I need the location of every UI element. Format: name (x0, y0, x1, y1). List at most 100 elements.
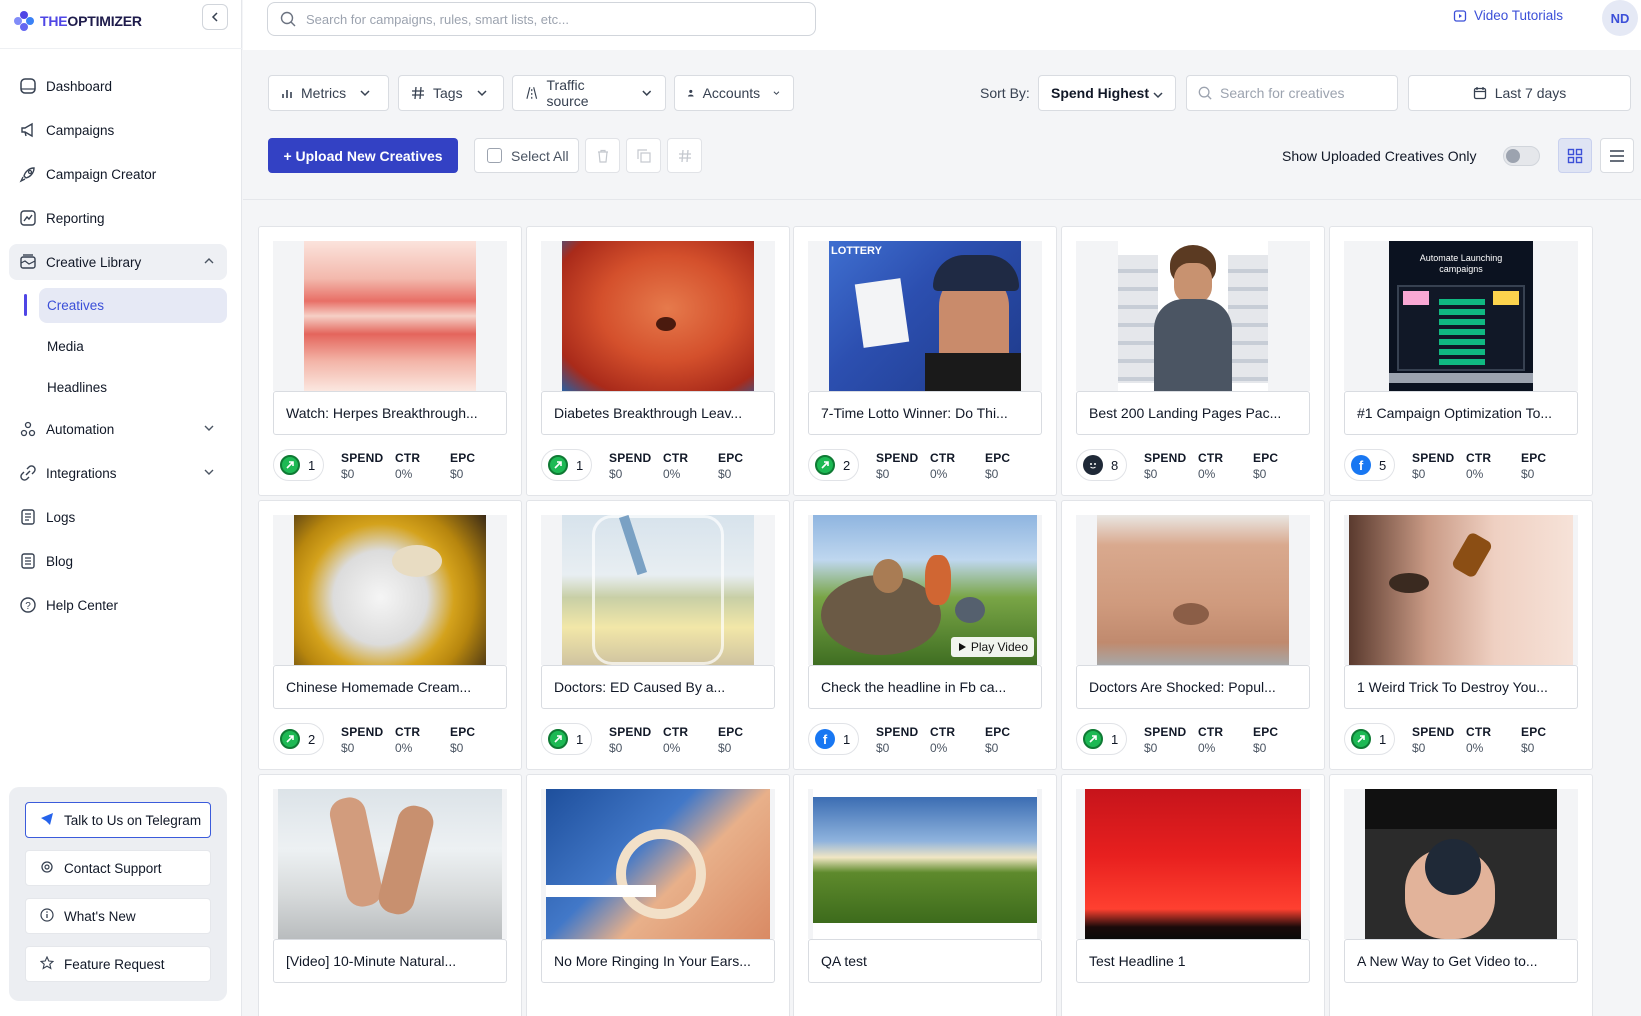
creative-thumbnail[interactable] (1344, 789, 1578, 939)
creative-thumbnail[interactable] (273, 515, 507, 665)
accounts-filter[interactable]: Accounts (674, 75, 794, 111)
usage-count-pill[interactable]: f5 (1344, 449, 1396, 481)
checkbox[interactable] (487, 148, 502, 163)
creative-card[interactable]: Doctors Are Shocked: Popul... 1 SPEND $0 CTR… (1061, 500, 1325, 770)
sidebar-item-headlines[interactable]: Headlines (39, 370, 227, 405)
creative-search[interactable] (1186, 75, 1398, 111)
tag-button[interactable] (667, 138, 702, 173)
creative-card[interactable]: A New Way to Get Video to... (1329, 774, 1593, 1016)
creative-card[interactable]: QA test (793, 774, 1057, 1016)
upload-creatives-button[interactable]: + Upload New Creatives (268, 138, 458, 173)
creative-headline[interactable]: Diabetes Breakthrough Leav... (541, 391, 775, 435)
sidebar-item-campaign-creator[interactable]: Campaign Creator (9, 156, 227, 192)
creative-card[interactable]: Watch: Herpes Breakthrough... 1 SPEND $0 CTR… (258, 226, 522, 496)
duplicate-button[interactable] (626, 138, 661, 173)
sidebar-item-dashboard[interactable]: Dashboard (9, 68, 227, 104)
sidebar-item-creatives[interactable]: Creatives (39, 288, 227, 323)
video-tutorials-link[interactable]: Video Tutorials (1453, 8, 1563, 23)
sidebar-item-help-center[interactable]: ? Help Center (9, 587, 227, 623)
play-video-button[interactable]: Play Video (950, 637, 1034, 657)
avatar[interactable]: ND (1602, 0, 1638, 36)
creative-headline[interactable]: 1 Weird Trick To Destroy You... (1344, 665, 1578, 709)
usage-count-pill[interactable]: 8 (1076, 449, 1128, 481)
creative-headline[interactable]: Doctors Are Shocked: Popul... (1076, 665, 1310, 709)
grid-view-button[interactable] (1558, 138, 1592, 173)
tags-filter[interactable]: Tags (398, 75, 504, 111)
show-uploaded-toggle[interactable] (1503, 146, 1540, 166)
creative-card[interactable]: Play Video Check the headline in Fb ca...… (793, 500, 1057, 770)
creative-headline[interactable]: 7-Time Lotto Winner: Do Thi... (808, 391, 1042, 435)
creative-headline[interactable]: #1 Campaign Optimization To... (1344, 391, 1578, 435)
creative-card[interactable]: Test Headline 1 (1061, 774, 1325, 1016)
creative-thumbnail[interactable] (1076, 515, 1310, 665)
date-range-picker[interactable]: Last 7 days (1408, 75, 1631, 111)
creative-card[interactable]: Chinese Homemade Cream... 2 SPEND $0 CTR 0% EP… (258, 500, 522, 770)
sidebar-item-media[interactable]: Media (39, 329, 227, 364)
usage-count-pill[interactable]: 1 (1076, 723, 1128, 755)
sidebar: THEOPTIMIZER Dashboard Campaigns Campaig… (0, 0, 242, 1016)
sidebar-item-integrations[interactable]: Integrations (9, 455, 227, 491)
sidebar-item-reporting[interactable]: Reporting (9, 200, 227, 236)
creative-headline[interactable]: QA test (808, 939, 1042, 983)
creative-headline[interactable]: Best 200 Landing Pages Pac... (1076, 391, 1310, 435)
creative-headline[interactable]: No More Ringing In Your Ears... (541, 939, 775, 983)
global-search[interactable] (267, 2, 816, 36)
telegram-button[interactable]: Talk to Us on Telegram (25, 802, 211, 838)
usage-count-pill[interactable]: 1 (1344, 723, 1396, 755)
creative-thumbnail[interactable]: LOTTERY (808, 241, 1042, 391)
whats-new-button[interactable]: What's New (25, 898, 211, 934)
creative-thumbnail[interactable] (1076, 789, 1310, 939)
sidebar-item-blog[interactable]: Blog (9, 543, 227, 579)
contact-support-button[interactable]: Contact Support (25, 850, 211, 886)
sidebar-item-campaigns[interactable]: Campaigns (9, 112, 227, 148)
sidebar-item-logs[interactable]: Logs (9, 499, 227, 535)
feature-request-button[interactable]: Feature Request (25, 946, 211, 982)
creative-stats: 1 SPEND $0 CTR 0% EPC $0 (273, 445, 513, 485)
select-all-button[interactable]: Select All (474, 138, 579, 173)
usage-count-pill[interactable]: 1 (541, 449, 593, 481)
creative-headline[interactable]: Check the headline in Fb ca... (808, 665, 1042, 709)
creative-card[interactable]: Diabetes Breakthrough Leav... 1 SPEND $0 CTR… (526, 226, 790, 496)
metrics-filter[interactable]: Metrics (268, 75, 389, 111)
sidebar-item-creative-library[interactable]: Creative Library (9, 244, 227, 280)
creative-thumbnail[interactable] (1076, 241, 1310, 391)
global-search-input[interactable] (306, 11, 786, 27)
creative-thumbnail[interactable] (541, 515, 775, 665)
creative-card[interactable]: Automate Launching campaigns #1 Campaign … (1329, 226, 1593, 496)
list-view-button[interactable] (1600, 138, 1634, 173)
usage-count-pill[interactable]: 2 (273, 723, 325, 755)
creative-headline[interactable]: Watch: Herpes Breakthrough... (273, 391, 507, 435)
creative-thumbnail[interactable] (273, 789, 507, 939)
creative-thumbnail[interactable] (1344, 515, 1578, 665)
creative-card[interactable]: 1 Weird Trick To Destroy You... 1 SPEND $0 C… (1329, 500, 1593, 770)
usage-count-pill[interactable]: 2 (808, 449, 860, 481)
traffic-source-filter[interactable]: Traffic source (512, 75, 666, 111)
creative-card[interactable]: [Video] 10-Minute Natural... (258, 774, 522, 1016)
usage-count: 1 (843, 731, 851, 747)
usage-count: 1 (1379, 731, 1387, 747)
logo[interactable]: THEOPTIMIZER (14, 8, 142, 34)
creative-thumbnail[interactable]: Automate Launching campaigns (1344, 241, 1578, 391)
creative-headline[interactable]: Chinese Homemade Cream... (273, 665, 507, 709)
creative-search-input[interactable] (1220, 85, 1390, 101)
creative-headline[interactable]: A New Way to Get Video to... (1344, 939, 1578, 983)
creative-card[interactable]: LOTTERY 7-Time Lotto Winner: Do Thi... 2 SP… (793, 226, 1057, 496)
creative-headline[interactable]: Doctors: ED Caused By a... (541, 665, 775, 709)
collapse-sidebar-button[interactable] (202, 4, 228, 30)
creative-card[interactable]: Doctors: ED Caused By a... 1 SPEND $0 CTR 0% E… (526, 500, 790, 770)
creative-headline[interactable]: Test Headline 1 (1076, 939, 1310, 983)
creative-thumbnail[interactable] (808, 789, 1042, 939)
usage-count-pill[interactable]: 1 (273, 449, 325, 481)
creative-thumbnail[interactable] (273, 241, 507, 391)
creative-thumbnail[interactable] (541, 241, 775, 391)
creative-thumbnail[interactable]: Play Video (808, 515, 1042, 665)
usage-count-pill[interactable]: 1 (541, 723, 593, 755)
creative-thumbnail[interactable] (541, 789, 775, 939)
sidebar-item-automation[interactable]: Automation (9, 411, 227, 447)
creative-card[interactable]: No More Ringing In Your Ears... (526, 774, 790, 1016)
creative-headline[interactable]: [Video] 10-Minute Natural... (273, 939, 507, 983)
usage-count-pill[interactable]: f1 (808, 723, 860, 755)
sort-select[interactable]: Spend Highest (1038, 75, 1176, 111)
creative-card[interactable]: Best 200 Landing Pages Pac... 8 SPEND $0 CTR… (1061, 226, 1325, 496)
delete-button[interactable] (585, 138, 620, 173)
